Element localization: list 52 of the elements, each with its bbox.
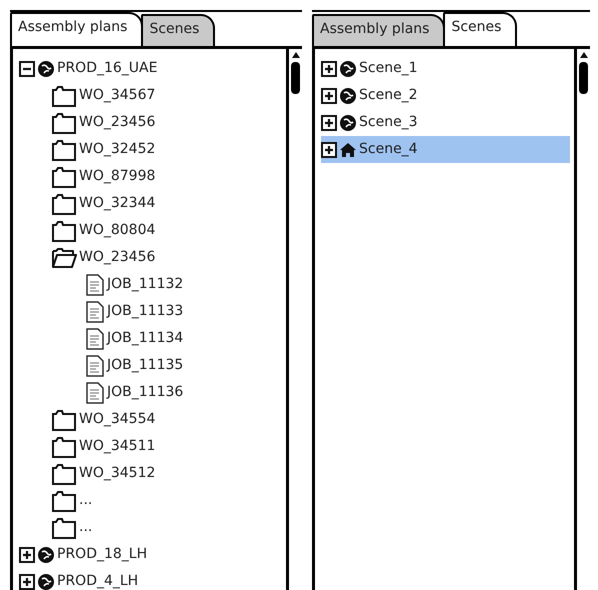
- tree-item[interactable]: JOB_11135: [107, 355, 184, 376]
- tree-item[interactable]: JOB_11133: [107, 301, 184, 322]
- tree-item[interactable]: WO_34567: [79, 85, 156, 106]
- tree-item[interactable]: WO_34512: [79, 463, 156, 484]
- tree-item[interactable]: WO_32344: [79, 193, 156, 214]
- tree-item[interactable]: WO_87998: [79, 166, 156, 187]
- scroll-bar[interactable]: [574, 49, 590, 590]
- expand-icon[interactable]: [19, 546, 35, 562]
- tree-item[interactable]: PROD_18_LH: [57, 544, 148, 565]
- globe-icon: [339, 114, 357, 132]
- expand-icon[interactable]: [19, 574, 35, 590]
- expand-icon[interactable]: [321, 114, 337, 130]
- scroll-up-icon[interactable]: [578, 51, 588, 59]
- tree-row[interactable]: Scene_4: [321, 136, 570, 163]
- tree-row[interactable]: Scene_2: [321, 82, 570, 109]
- document-icon: [85, 328, 105, 350]
- scroll-bar[interactable]: [286, 49, 302, 590]
- tree-item[interactable]: WO_34511: [79, 436, 156, 457]
- tab[interactable]: Scenes: [443, 12, 518, 46]
- expand-icon[interactable]: [321, 60, 337, 76]
- document-icon: [85, 274, 105, 296]
- scroll-up-icon[interactable]: [290, 51, 300, 59]
- tab[interactable]: Assembly plans: [10, 12, 144, 46]
- tree-item[interactable]: WO_32452: [79, 139, 156, 160]
- tree-item[interactable]: WO_23456: [79, 247, 156, 268]
- tree-item[interactable]: WO_34554: [79, 409, 156, 430]
- scroll-thumb[interactable]: [291, 62, 300, 94]
- home-icon: [339, 142, 357, 158]
- tree-item[interactable]: ...: [79, 517, 92, 538]
- document-icon: [85, 354, 105, 376]
- globe-icon: [37, 546, 55, 564]
- tree-item[interactable]: ...: [79, 490, 92, 511]
- globe-icon: [37, 60, 55, 78]
- globe-icon: [339, 60, 357, 78]
- collapse-icon[interactable]: [19, 60, 35, 76]
- tree-item[interactable]: JOB_11136: [107, 382, 184, 403]
- tab[interactable]: Scenes: [141, 14, 216, 46]
- document-icon: [85, 382, 105, 404]
- tree-item[interactable]: JOB_11134: [107, 328, 184, 349]
- tree-item[interactable]: WO_23456: [79, 112, 156, 133]
- tree-row[interactable]: Scene_3: [321, 109, 570, 136]
- tree-item[interactable]: WO_80804: [79, 220, 156, 241]
- tab[interactable]: Assembly plans: [312, 14, 446, 46]
- tree-item[interactable]: JOB_11132: [107, 274, 184, 295]
- tree-item[interactable]: PROD_16_UAE: [57, 58, 158, 79]
- document-icon: [85, 300, 105, 322]
- expand-icon[interactable]: [321, 88, 337, 104]
- scroll-thumb[interactable]: [579, 62, 588, 94]
- expand-icon[interactable]: [321, 142, 337, 158]
- globe-icon: [339, 86, 357, 104]
- tree-row[interactable]: Scene_1: [321, 55, 570, 82]
- tree-item[interactable]: PROD_4_LH: [57, 571, 138, 590]
